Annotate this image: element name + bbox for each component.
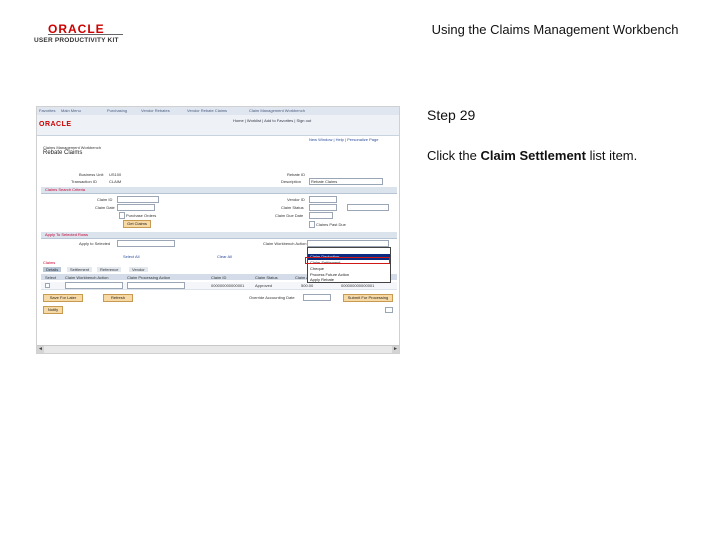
claim-status-label: Claim Status xyxy=(281,205,304,210)
row-claim-status: Approved xyxy=(255,283,273,288)
page-links[interactable]: New Window | Help | Personalize Page xyxy=(309,137,378,142)
nav-claim-management-workbench[interactable]: Claim Management Workbench xyxy=(249,108,305,113)
application-screenshot: Favorites Main Menu Purchasing Vendor Re… xyxy=(36,106,400,354)
clear-all-link[interactable]: Clear All xyxy=(217,254,232,259)
row-claim-date: 000000000000001 xyxy=(341,283,375,288)
row-select-checkbox[interactable] xyxy=(45,283,50,288)
scroll-left-arrow-icon[interactable]: ◄ xyxy=(37,346,44,353)
select-all-link[interactable]: Select All xyxy=(123,254,139,259)
claims-past-due-checkbox[interactable] xyxy=(309,221,315,228)
upk-logo-text: USER PRODUCTIVITY KIT xyxy=(34,37,119,44)
purchase-orders-checkbox[interactable] xyxy=(119,212,125,219)
app-header: ORACLE Home | Worklist | Add to Favorite… xyxy=(37,115,399,136)
app-oracle-logo: ORACLE xyxy=(39,121,72,128)
header-links[interactable]: Home | Worklist | Add to Favorites | Sig… xyxy=(233,118,311,123)
description-label: Description xyxy=(281,179,302,184)
grid-col-select: Select xyxy=(45,275,57,280)
vendor-id-field[interactable] xyxy=(309,196,337,203)
nav-breadcrumb-bar: Favorites Main Menu Purchasing Vendor Re… xyxy=(37,107,399,115)
apply-left-label: Apply to Selected xyxy=(79,241,111,246)
save-for-later-button[interactable]: Save For Later xyxy=(43,294,83,302)
nav-purchasing[interactable]: Purchasing xyxy=(107,108,127,113)
instruction-target: Claim Settlement xyxy=(480,148,586,163)
nav-vendor-rebate-claims[interactable]: Vendor Rebate Claims xyxy=(187,108,227,113)
claims-search-section-label: Claims Search Criteria xyxy=(45,187,86,192)
claim-due-date-label: Claim Due Date xyxy=(275,213,304,218)
claim-date-label: Claim Date xyxy=(95,205,115,210)
rebate-id-label: Rebate ID xyxy=(287,172,306,177)
page-title: Rebate Claims xyxy=(43,150,83,156)
transaction-id-value: CLAIM xyxy=(109,179,122,184)
nav-main-menu[interactable]: Main Menu xyxy=(61,108,81,113)
claim-id-field[interactable] xyxy=(117,196,159,203)
purchase-orders-label: Purchase Orders xyxy=(126,213,157,218)
grid-tab-details[interactable]: Details xyxy=(43,267,62,272)
oracle-logo: ORACLE xyxy=(48,22,105,36)
apply-selected-section[interactable]: Apply To Selected Rows xyxy=(41,232,397,239)
grid-tab-settlement[interactable]: Settlement xyxy=(67,267,93,272)
claims-past-due-label: Claims Past Due xyxy=(316,222,346,227)
nav-vendor-rebates[interactable]: Vendor Rebates xyxy=(141,108,170,113)
vendor-id-label: Vendor ID xyxy=(287,197,305,202)
step-number: Step 29 xyxy=(427,107,476,123)
notify-button[interactable]: Notify xyxy=(43,306,63,314)
grid-col-claim-status: Claim Status xyxy=(255,275,278,280)
logo-divider xyxy=(48,34,123,35)
grid-col-claim-id: Claim ID xyxy=(211,275,227,280)
claim-status-select[interactable] xyxy=(347,204,389,211)
table-row[interactable]: 000000000000001 Approved 500.00 00000000… xyxy=(41,282,397,290)
row-processing-action-select[interactable] xyxy=(127,282,185,289)
claim-settlement-highlight xyxy=(305,257,390,264)
instruction-text: Click the Claim Settlement list item. xyxy=(427,148,637,163)
dropdown-item-apply-rebate[interactable]: Apply Rebate xyxy=(308,277,390,283)
get-claims-button[interactable]: Get Claims xyxy=(123,220,151,228)
business-unit-value: US100 xyxy=(109,172,122,177)
claims-search-section[interactable]: Claims Search Criteria xyxy=(41,187,397,194)
page-bottom-icon[interactable] xyxy=(385,307,393,313)
claim-workbench-action-dropdown[interactable]: Claim Deduction Claim Settlement Cheque … xyxy=(307,247,391,283)
row-claim-id: 000000000000001 xyxy=(211,283,245,288)
submit-for-processing-button[interactable]: Submit For Processing xyxy=(343,294,393,302)
claim-status-field[interactable] xyxy=(309,204,337,211)
apply-left-select[interactable] xyxy=(117,240,175,247)
instruction-suffix: list item. xyxy=(585,148,638,163)
claim-id-label: Claim ID xyxy=(97,197,113,202)
description-field[interactable]: Rebate Claims xyxy=(309,178,383,185)
claim-date-field[interactable] xyxy=(117,204,155,211)
grid-col-processing-action: Claim Processing Action xyxy=(127,275,171,280)
business-unit-label: Business Unit xyxy=(79,172,104,177)
transaction-id-label: Transaction ID xyxy=(71,179,97,184)
override-accounting-date-label: Override Accounting Date xyxy=(249,295,295,300)
grid-tab-reference[interactable]: Reference xyxy=(97,267,122,272)
claims-grid-title: Claims xyxy=(43,260,56,265)
refresh-button[interactable]: Refresh xyxy=(103,294,133,302)
claim-workbench-action-select[interactable] xyxy=(307,240,389,247)
instruction-prefix: Click the xyxy=(427,148,481,163)
claim-due-date-field[interactable] xyxy=(309,212,333,219)
row-claim-amount: 500.00 xyxy=(301,283,314,288)
nav-favorites[interactable]: Favorites xyxy=(39,108,55,113)
apply-selected-section-label: Apply To Selected Rows xyxy=(45,232,89,237)
horizontal-scrollbar[interactable]: ◄ ► xyxy=(37,345,399,353)
description-value: Rebate Claims xyxy=(311,179,338,184)
slide-title: Using the Claims Management Workbench xyxy=(431,22,679,37)
override-accounting-date-field[interactable] xyxy=(303,294,331,301)
scroll-right-arrow-icon[interactable]: ► xyxy=(392,346,399,353)
grid-col-workbench-action: Claim Workbench Action xyxy=(65,275,109,280)
apply-right-label: Claim Workbench Action xyxy=(263,241,307,246)
row-workbench-action-select[interactable] xyxy=(65,282,123,289)
grid-tab-vendor[interactable]: Vendor xyxy=(129,267,148,272)
